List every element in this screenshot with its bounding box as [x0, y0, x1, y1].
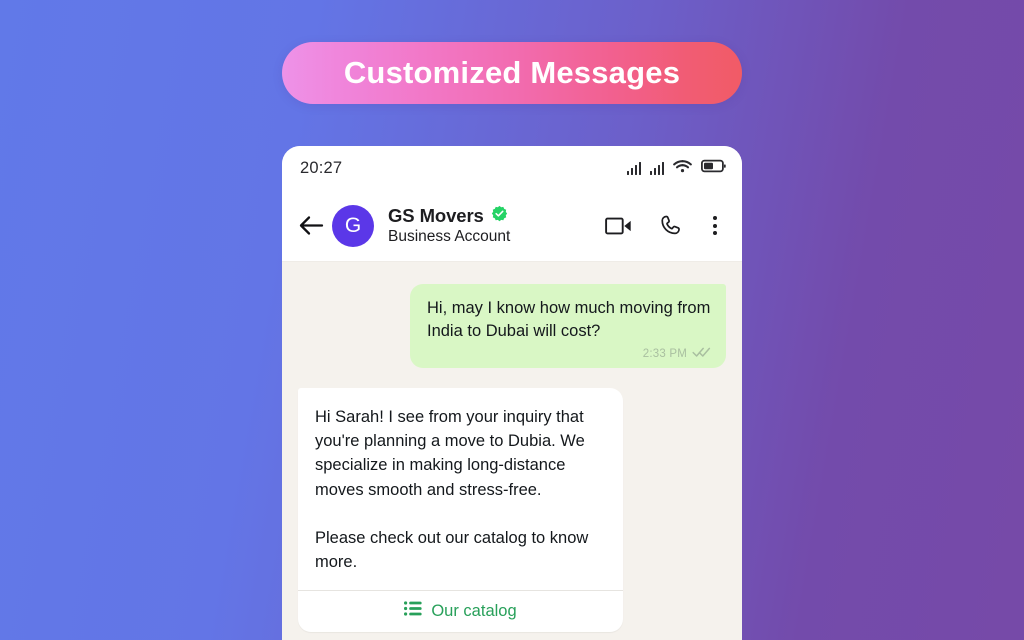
video-call-icon[interactable] — [605, 216, 633, 236]
message-text: Hi Sarah! I see from your inquiry that y… — [315, 407, 589, 572]
chat-header-text[interactable]: GS Movers Business Account — [388, 205, 510, 246]
message-text: Hi, may I know how much moving from Indi… — [427, 299, 711, 341]
voice-call-icon[interactable] — [659, 214, 682, 237]
message-bubble-incoming[interactable]: Hi Sarah! I see from your inquiry that y… — [298, 387, 623, 632]
contact-subtitle: Business Account — [388, 228, 511, 245]
page-title-banner: Customized Messages — [282, 42, 742, 104]
chat-header: G GS Movers Business Account — [282, 190, 742, 262]
battery-icon — [700, 159, 726, 178]
status-bar-icons — [626, 159, 726, 178]
message-row-outgoing: Hi, may I know how much moving from Indi… — [298, 284, 726, 368]
conversation-area: Hi, may I know how much moving from Indi… — [282, 262, 742, 640]
message-row-incoming: Hi Sarah! I see from your inquiry that y… — [298, 387, 726, 632]
message-body: Hi Sarah! I see from your inquiry that y… — [298, 388, 623, 590]
our-catalog-label: Our catalog — [431, 601, 517, 620]
wifi-icon — [673, 159, 692, 178]
chat-header-actions — [605, 214, 726, 237]
message-timestamp: 2:33 PM — [642, 347, 687, 360]
signal-bars-icon — [626, 161, 641, 175]
list-icon — [404, 601, 422, 621]
contact-name: GS Movers — [388, 205, 484, 226]
screenshot-canvas: Customized Messages 20:27 G GS Movers Bu… — [0, 0, 1024, 640]
contact-name-row: GS Movers — [388, 205, 510, 227]
verified-badge-icon — [491, 205, 508, 227]
message-bubble-outgoing[interactable]: Hi, may I know how much moving from Indi… — [410, 284, 726, 368]
double-check-icon — [692, 345, 711, 363]
page-title: Customized Messages — [343, 55, 681, 90]
phone-mockup: 20:27 G GS Movers Business Account Hi, m… — [282, 146, 742, 640]
status-bar-clock: 20:27 — [300, 158, 343, 177]
signal-bars-icon-2 — [649, 161, 664, 175]
message-meta: 2:33 PM — [427, 346, 711, 362]
overflow-menu-icon[interactable] — [708, 214, 722, 237]
our-catalog-button[interactable]: Our catalog — [298, 589, 623, 632]
back-arrow-icon[interactable] — [296, 211, 326, 241]
status-bar: 20:27 — [282, 146, 742, 190]
avatar[interactable]: G — [332, 204, 374, 247]
